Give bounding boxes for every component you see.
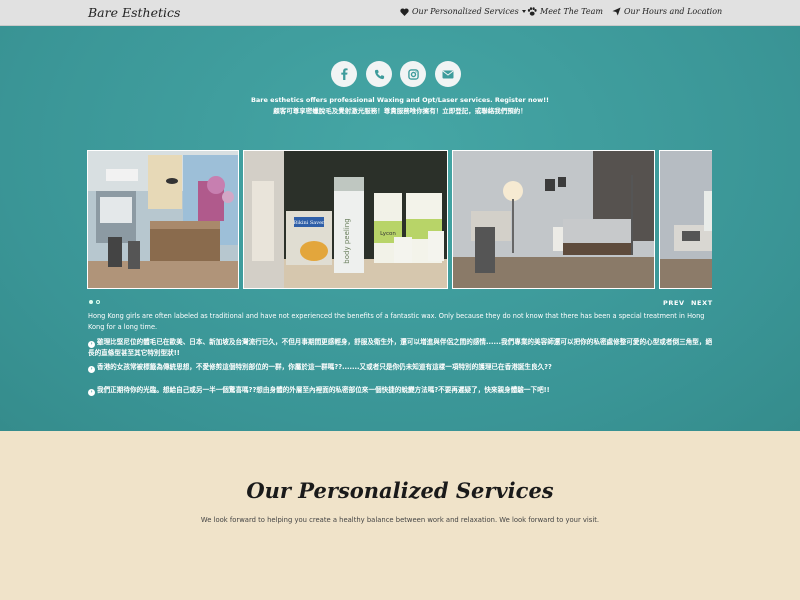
carousel-image-treatment-room	[452, 150, 655, 289]
tagline-zh: 顧客可尊享密蠟脫毛及覺射激光服務！尊貴服務唯你擁有！立即登記，或聯絡我們預約！	[273, 107, 527, 115]
services-title: Our Personalized Services	[246, 478, 554, 503]
instagram-button[interactable]	[400, 61, 426, 87]
phone-button[interactable]	[366, 61, 392, 87]
carousel-dot-1[interactable]	[89, 300, 93, 304]
carousel-dot-2[interactable]	[96, 300, 100, 304]
nav-item-location[interactable]: Our Hours and Location	[612, 7, 722, 16]
nav-item-team-label: Meet The Team	[540, 7, 603, 16]
instagram-icon	[407, 68, 419, 80]
point-zh-2-text: 香港的女孩常被標籤為傳統思想，不愛修剪這個特別部位的一群，你屬於這一群嗎??..…	[97, 363, 552, 371]
phone-icon	[374, 69, 384, 79]
intro-en: Hong Kong girls are often labeled as tra…	[88, 312, 705, 331]
hero-section: Bare esthetics offers professional Waxin…	[0, 26, 800, 431]
product-label-1: Bikini Saver	[294, 220, 326, 226]
email-icon	[442, 70, 454, 78]
point-zh-3-text: 我們正期待你的光臨。想給自己或另一半一個驚喜嗎??想由身體的外層至內裡面的私密部…	[97, 386, 550, 394]
nav-item-team[interactable]: Meet The Team	[527, 7, 603, 16]
chevron-right-icon: ›	[88, 366, 95, 373]
chevron-right-icon: ›	[88, 389, 95, 396]
point-zh-1: › 雖理比堅尼位的體毛已在歐美、日本、新加坡及台灣流行已久，不但月事期間更感輕身，…	[88, 337, 718, 359]
point-zh-3: › 我們正期待你的光臨。想給自己或另一半一個驚喜嗎??想由身體的外層至內裡面的私密…	[88, 385, 718, 396]
carousel-image-partial	[659, 150, 712, 289]
email-button[interactable]	[435, 61, 461, 87]
carousel-image-products: Bikini Saver body peeling Lycon	[243, 150, 448, 289]
chevron-down-icon	[521, 10, 526, 13]
chevron-right-icon: ›	[88, 341, 95, 348]
carousel-indicators	[89, 300, 100, 304]
nav-item-location-label: Our Hours and Location	[624, 7, 723, 16]
tagline-en: Bare esthetics offers professional Waxin…	[250, 96, 550, 104]
paw-icon	[527, 7, 537, 16]
navbar: Bare Esthetics Our Personalized Services…	[0, 0, 800, 26]
point-zh-1-text: 雖理比堅尼位的體毛已在歐美、日本、新加坡及台灣流行已久，不但月事期間更感輕身，舒…	[88, 338, 713, 357]
brand-logo[interactable]: Bare Esthetics	[88, 5, 180, 20]
heart-icon	[400, 7, 409, 16]
carousel-image-reception	[87, 150, 239, 289]
product-label-2: body peeling	[343, 218, 351, 263]
paper-plane-icon	[612, 7, 621, 16]
carousel-next-button[interactable]: NEXT	[691, 299, 713, 307]
point-zh-2: › 香港的女孩常被標籤為傳統思想，不愛修剪這個特別部位的一群，你屬於這一群嗎??.…	[88, 362, 718, 373]
nav-item-services[interactable]: Our Personalized Services	[400, 7, 526, 16]
facebook-icon	[341, 68, 348, 80]
carousel-prev-button[interactable]: PREV	[663, 299, 685, 307]
facebook-button[interactable]	[331, 61, 357, 87]
services-subtitle: We look forward to helping you create a …	[200, 516, 600, 524]
product-label-3: Lycon	[380, 231, 396, 237]
nav-item-services-label: Our Personalized Services	[412, 7, 519, 16]
